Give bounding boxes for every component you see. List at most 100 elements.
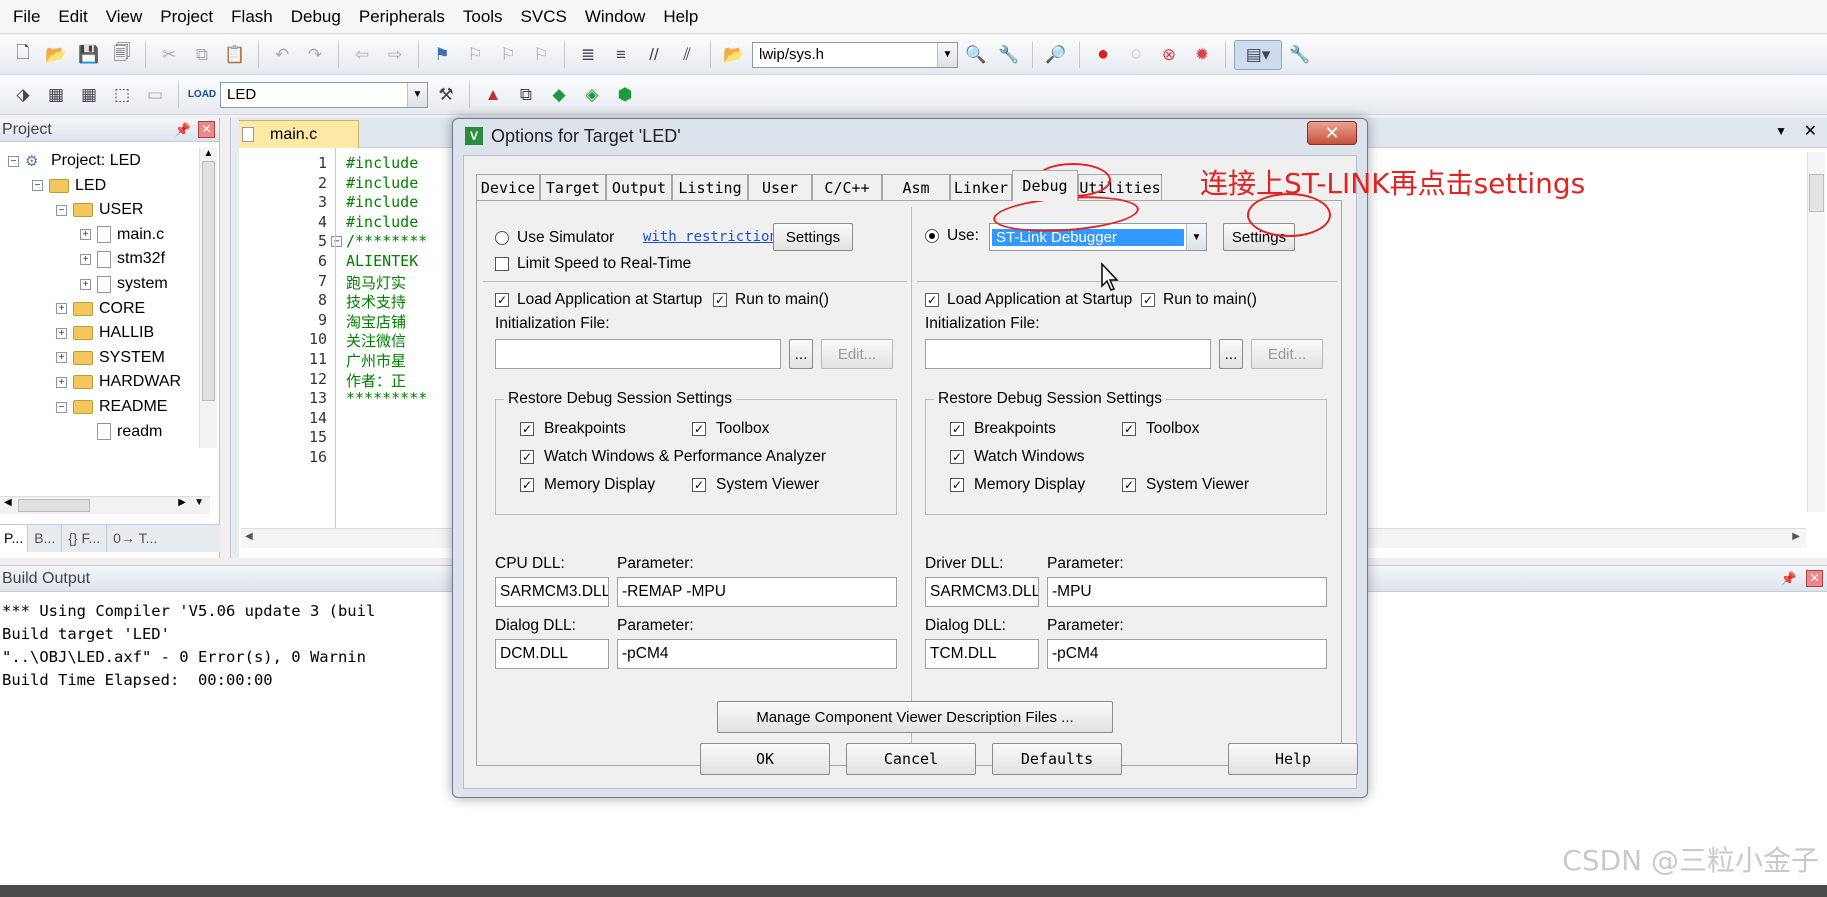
dialog-param-input[interactable]: -pCM4: [617, 639, 897, 669]
fold-icon[interactable]: −: [331, 236, 342, 248]
tree-vscrollbar[interactable]: ▲: [199, 148, 217, 448]
collapse-icon[interactable]: −: [8, 155, 19, 167]
expand-icon[interactable]: +: [56, 376, 67, 388]
expand-icon[interactable]: +: [80, 229, 91, 241]
dialog-dll-input-right[interactable]: TCM.DLL: [925, 639, 1039, 669]
new-file-icon[interactable]: 🗋: [8, 40, 38, 70]
use-simulator-radio[interactable]: [495, 231, 509, 245]
limit-speed-checkbox[interactable]: [495, 257, 509, 271]
breakpoints-checkbox-right[interactable]: ✓: [950, 422, 964, 436]
tree-item[interactable]: + HALLIB: [56, 320, 154, 346]
cpu-dll-input[interactable]: SARMCM3.DLL: [495, 577, 609, 607]
file-combo[interactable]: lwip/sys.h ▼: [752, 41, 958, 68]
tab-listing[interactable]: Listing: [672, 174, 748, 200]
clear-bookmarks-icon[interactable]: ⚐: [526, 40, 556, 70]
chevron-down-icon[interactable]: ▼: [1186, 224, 1206, 250]
rebuild-icon[interactable]: ▦: [74, 80, 104, 110]
tab-device[interactable]: Device: [476, 174, 540, 200]
run-to-main-checkbox-right[interactable]: ✓: [1141, 293, 1155, 307]
batch-build-icon[interactable]: ⬚: [107, 80, 137, 110]
translate-icon[interactable]: ⬗: [8, 80, 38, 110]
tree-item[interactable]: − LED: [32, 173, 106, 199]
copy-icon[interactable]: ⧉: [187, 40, 217, 70]
menu-help[interactable]: Help: [654, 0, 707, 34]
close-icon[interactable]: ✕: [1307, 121, 1357, 145]
tab-list-icon[interactable]: ▼: [1775, 124, 1787, 138]
edit-init-file-button[interactable]: Edit...: [821, 339, 893, 369]
find-in-files-icon[interactable]: 📂: [719, 40, 749, 70]
redo-icon[interactable]: ↷: [300, 40, 330, 70]
scroll-right-icon[interactable]: ▶: [178, 497, 186, 508]
tab-c-cpp[interactable]: C/C++: [812, 174, 882, 200]
simulator-settings-button[interactable]: Settings: [773, 223, 853, 251]
tree-item[interactable]: + HARDWAR: [56, 369, 181, 395]
system-viewer-checkbox[interactable]: ✓: [692, 478, 706, 492]
tree-item[interactable]: + stm32f: [80, 246, 165, 272]
ok-button[interactable]: OK: [700, 743, 830, 775]
menu-flash[interactable]: Flash: [222, 0, 282, 34]
collapse-icon[interactable]: −: [32, 180, 43, 192]
disable-breakpoint-icon[interactable]: ○: [1121, 40, 1151, 70]
bookmark-icon[interactable]: ⚑: [427, 40, 457, 70]
expand-icon[interactable]: +: [80, 278, 91, 290]
build-icon[interactable]: ▦: [41, 80, 71, 110]
find-icon[interactable]: 🔍: [961, 40, 991, 70]
nav-forward-icon[interactable]: ⇨: [380, 40, 410, 70]
uncomment-icon[interactable]: ⫽: [672, 40, 702, 70]
manage-component-viewer-button[interactable]: Manage Component Viewer Description File…: [717, 701, 1113, 733]
memory-display-checkbox[interactable]: ✓: [520, 478, 534, 492]
tab-asm[interactable]: Asm: [882, 174, 950, 200]
cut-icon[interactable]: ✂: [154, 40, 184, 70]
menu-window[interactable]: Window: [576, 0, 654, 34]
tab-output[interactable]: Output: [606, 174, 672, 200]
toolbox-checkbox-right[interactable]: ✓: [1122, 422, 1136, 436]
comment-icon[interactable]: //: [639, 40, 669, 70]
tab-linker[interactable]: Linker: [950, 174, 1012, 200]
wrench-icon[interactable]: 🔧: [1285, 40, 1315, 70]
dialog-dll-input[interactable]: DCM.DLL: [495, 639, 609, 669]
collapse-icon[interactable]: −: [56, 204, 67, 216]
tree-item[interactable]: − USER: [56, 197, 143, 223]
tree-item[interactable]: + main.c: [80, 222, 164, 248]
editor-vscrollbar[interactable]: [1807, 152, 1825, 512]
defaults-button[interactable]: Defaults: [992, 743, 1122, 775]
collapse-icon[interactable]: −: [56, 401, 67, 413]
undo-icon[interactable]: ↶: [267, 40, 297, 70]
menu-edit[interactable]: Edit: [49, 0, 96, 34]
chevron-down-icon[interactable]: ▼: [407, 82, 427, 107]
close-tab-icon[interactable]: ✕: [1804, 121, 1817, 141]
tab-user[interactable]: User: [748, 174, 812, 200]
system-viewer-checkbox-right[interactable]: ✓: [1122, 478, 1136, 492]
init-file-input-right[interactable]: [925, 339, 1211, 369]
tree-item[interactable]: readm: [80, 419, 162, 445]
tab-main-c[interactable]: main.c: [233, 120, 359, 148]
tree-item[interactable]: + CORE: [56, 296, 145, 322]
menu-svcs[interactable]: SVCS: [512, 0, 576, 34]
configure-icon[interactable]: 🔧: [994, 40, 1024, 70]
watch-windows-checkbox[interactable]: ✓: [520, 450, 534, 464]
device-database-icon[interactable]: ⬢: [610, 80, 640, 110]
open-file-icon[interactable]: 📂: [41, 40, 71, 70]
watch-windows-checkbox-right[interactable]: ✓: [950, 450, 964, 464]
init-file-input[interactable]: [495, 339, 781, 369]
scroll-down-icon[interactable]: ▼: [194, 497, 204, 508]
menu-file[interactable]: File: [4, 0, 49, 34]
scroll-thumb[interactable]: [202, 161, 215, 401]
browse-init-file-button-right[interactable]: ...: [1219, 339, 1243, 369]
expand-icon[interactable]: +: [56, 352, 67, 364]
memory-display-checkbox-right[interactable]: ✓: [950, 478, 964, 492]
stop-build-icon[interactable]: ▭: [140, 80, 170, 110]
debug-session-icon[interactable]: 🔎: [1041, 40, 1071, 70]
manage-rte-icon[interactable]: ◆: [544, 80, 574, 110]
scroll-thumb[interactable]: [18, 499, 90, 512]
browse-init-file-button[interactable]: ...: [789, 339, 813, 369]
scroll-left-icon[interactable]: ◀: [4, 497, 12, 508]
prev-bookmark-icon[interactable]: ⚐: [460, 40, 490, 70]
with-restrictions-link[interactable]: with restrictions: [643, 229, 786, 245]
edit-init-file-button-right[interactable]: Edit...: [1251, 339, 1323, 369]
tab-templates[interactable]: 0→ T...: [107, 525, 163, 552]
menu-tools[interactable]: Tools: [454, 0, 512, 34]
cpu-param-input[interactable]: -REMAP -MPU: [617, 577, 897, 607]
target-combo[interactable]: LED ▼: [220, 81, 428, 108]
menu-project[interactable]: Project: [151, 0, 222, 34]
